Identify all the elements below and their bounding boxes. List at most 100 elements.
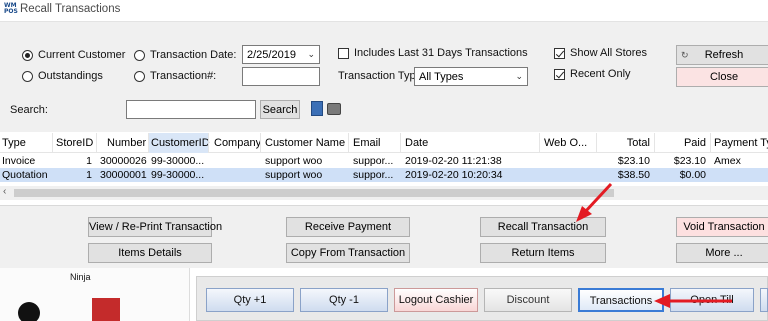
outstandings-label: Outstandings — [38, 70, 103, 82]
cell-storeid: 1 — [86, 155, 92, 167]
column-divider — [208, 133, 209, 153]
printer-icon[interactable] — [327, 103, 341, 115]
column-divider — [539, 133, 540, 153]
cell-type: Quotation — [2, 169, 48, 181]
cell-storeid: 1 — [86, 169, 92, 181]
col-header-type[interactable]: Type — [2, 133, 26, 153]
window-title: Recall Transactions — [20, 3, 121, 15]
next-toolbar-button[interactable] — [760, 288, 768, 312]
cell-customerid: 99-30000... — [151, 155, 205, 167]
product-label-ninja: Ninja — [70, 272, 91, 282]
recent-only-label: Recent Only — [570, 68, 631, 80]
qty-plus-button[interactable]: Qty +1 — [206, 288, 294, 312]
copy-from-transaction-button[interactable]: Copy From Transaction — [286, 243, 410, 263]
qty-minus-button[interactable]: Qty -1 — [300, 288, 388, 312]
column-divider — [148, 133, 149, 153]
cell-date: 2019-02-20 11:21:38 — [405, 155, 502, 167]
current-customer-label: Current Customer — [38, 49, 126, 61]
cell-date: 2019-02-20 10:20:34 — [405, 169, 503, 181]
view-reprint-button[interactable]: View / Re-Print Transaction — [88, 217, 222, 237]
open-till-button[interactable]: Open Till — [670, 288, 754, 312]
receive-payment-button[interactable]: Receive Payment — [286, 217, 410, 237]
col-header-date[interactable]: Date — [405, 133, 428, 153]
app-icon: WM POS — [4, 2, 18, 15]
include-31-days-label: Includes Last 31 Days Transactions — [354, 47, 528, 59]
transaction-number-label: Transaction#: — [150, 70, 217, 82]
recent-only-checkbox[interactable] — [554, 69, 565, 80]
column-divider — [52, 133, 53, 153]
col-header-email[interactable]: Email — [353, 133, 381, 153]
col-header-paid[interactable]: Paid — [656, 133, 706, 153]
transaction-type-value: All Types — [419, 71, 464, 83]
search-button[interactable]: Search — [260, 100, 300, 119]
table-row-selected[interactable]: Quotation 1 30000001 99-30000... support… — [0, 168, 768, 182]
product-image[interactable] — [18, 302, 40, 321]
transaction-type-select[interactable]: All Types ⌄ — [414, 67, 528, 86]
chevron-down-icon: ⌄ — [515, 71, 523, 81]
more-button[interactable]: More ... — [676, 243, 768, 263]
col-header-customer-name[interactable]: Customer Name — [265, 133, 345, 153]
scrollbar-thumb[interactable] — [14, 189, 614, 197]
search-input[interactable] — [126, 100, 256, 119]
refresh-button[interactable]: ↻ Refresh — [676, 45, 768, 65]
close-label: Close — [709, 71, 739, 83]
refresh-icon: ↻ — [681, 50, 689, 60]
col-header-payment-type[interactable]: Payment Typ — [714, 133, 768, 153]
cell-total: $23.10 — [617, 155, 650, 167]
cell-customer-name: support woo — [265, 169, 323, 181]
cell-email: suppor... — [353, 169, 394, 181]
transaction-date-value: 2/25/2019 — [247, 49, 296, 61]
cell-paid: $0.00 — [679, 169, 706, 181]
transaction-type-label: Transaction Type: — [338, 70, 425, 82]
chevron-down-icon: ⌄ — [307, 49, 315, 59]
column-divider — [96, 133, 97, 153]
search-label: Search: — [10, 104, 48, 116]
title-bar: WM POS Recall Transactions — [0, 0, 768, 22]
items-details-button[interactable]: Items Details — [88, 243, 212, 263]
column-divider — [596, 133, 597, 153]
cell-email: suppor... — [353, 155, 394, 167]
search-label-text: Search — [262, 104, 298, 116]
cell-total: $38.50 — [617, 169, 650, 181]
export-icon[interactable] — [311, 101, 323, 116]
column-divider — [260, 133, 261, 153]
refresh-label: Refresh — [704, 49, 744, 61]
cell-number: 30000001 — [100, 169, 147, 181]
cell-number: 30000026 — [100, 155, 147, 167]
outstandings-radio[interactable] — [22, 71, 33, 82]
column-divider — [400, 133, 401, 153]
scroll-left-icon[interactable]: ‹ — [3, 186, 6, 197]
current-customer-radio[interactable] — [22, 50, 33, 61]
cell-type: Invoice — [2, 155, 36, 167]
col-header-company[interactable]: Company — [214, 133, 261, 153]
include-31-days-checkbox[interactable] — [338, 48, 349, 59]
transaction-date-picker[interactable]: 2/25/2019 ⌄ — [242, 45, 320, 64]
col-header-number[interactable]: Number — [107, 133, 146, 153]
transactions-button[interactable]: Transactions — [578, 288, 664, 312]
column-divider — [348, 133, 349, 153]
transaction-date-radio[interactable] — [134, 50, 145, 61]
col-header-total[interactable]: Total — [600, 133, 650, 153]
column-divider — [654, 133, 655, 153]
cell-paid: $23.10 — [673, 155, 706, 167]
col-header-web-order[interactable]: Web O... — [544, 133, 587, 153]
horizontal-scrollbar[interactable]: ‹ — [0, 186, 768, 200]
col-header-storeid[interactable]: StoreID — [56, 133, 93, 153]
cell-payment-type: Amex — [714, 155, 741, 167]
col-header-customerid[interactable]: CustomerID — [151, 133, 210, 153]
close-button[interactable]: Close — [676, 67, 768, 87]
column-divider — [710, 133, 711, 153]
void-transaction-button[interactable]: Void Transaction — [676, 217, 768, 237]
logout-cashier-button[interactable]: Logout Cashier — [394, 288, 478, 312]
transaction-number-radio[interactable] — [134, 71, 145, 82]
product-grid: Ninja — [0, 268, 190, 321]
return-items-button[interactable]: Return Items — [480, 243, 606, 263]
recall-transaction-button[interactable]: Recall Transaction — [480, 217, 606, 237]
show-all-stores-checkbox[interactable] — [554, 48, 565, 59]
discount-button[interactable]: Discount — [484, 288, 572, 312]
table-row[interactable]: Invoice 1 30000026 99-30000... support w… — [0, 154, 768, 168]
transaction-date-label: Transaction Date: — [150, 49, 237, 61]
transaction-number-input[interactable] — [242, 67, 320, 86]
product-image[interactable] — [92, 298, 120, 321]
cell-customer-name: support woo — [265, 155, 323, 167]
